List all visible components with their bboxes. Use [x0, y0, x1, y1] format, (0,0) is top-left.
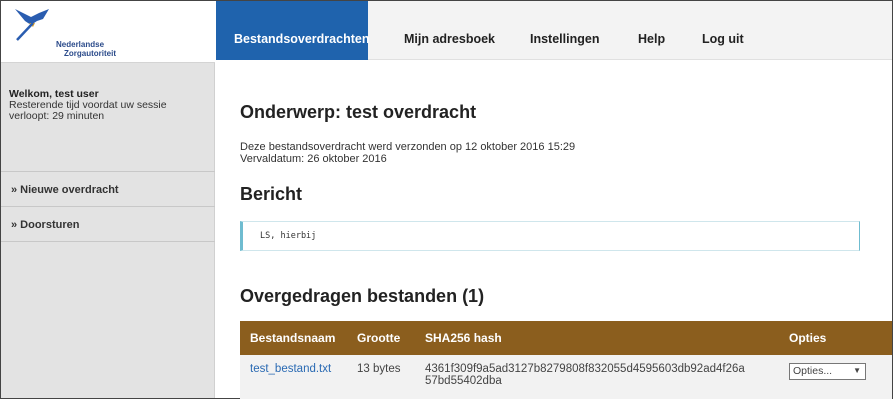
options-select-value: Opties... — [793, 365, 833, 377]
file-name-cell: test_bestand.txt — [240, 355, 347, 399]
message-box: LS, hierbij — [240, 221, 860, 251]
sent-date-text: Deze bestandsoverdracht werd verzonden o… — [240, 141, 576, 153]
sidebar-item-nieuwe-overdracht[interactable]: » Nieuwe overdracht — [1, 172, 215, 207]
sidebar-nav: » Nieuwe overdracht » Doorsturen — [1, 171, 215, 242]
sidebar-item-doorsturen[interactable]: » Doorsturen — [1, 207, 215, 242]
page-title: Onderwerp: test overdracht — [240, 102, 477, 122]
options-select[interactable]: Opties... ▼ — [789, 363, 866, 380]
tab-bestandsoverdrachten[interactable]: Bestandsoverdrachten — [216, 1, 369, 60]
column-header-sha256-hash: SHA256 hash — [415, 321, 779, 355]
hash-line-1: 4361f309f9a5ad3127b8279808f832055d459560… — [425, 363, 745, 375]
file-options-cell: Opties... ▼ — [779, 355, 892, 399]
table-row: test_bestand.txt 13 bytes 4361f309f9a5ad… — [240, 355, 892, 399]
column-header-grootte: Grootte — [347, 321, 415, 355]
files-heading: Overgedragen bestanden (1) — [240, 286, 485, 306]
hash-line-2: 57bd55402dba — [425, 375, 502, 387]
file-hash-cell: 4361f309f9a5ad3127b8279808f832055d459560… — [415, 355, 779, 399]
message-heading: Bericht — [240, 184, 303, 204]
file-size-cell: 13 bytes — [347, 355, 415, 399]
bird-logo-icon — [15, 9, 49, 41]
logo-text-line2: Zorgautoriteit — [64, 49, 116, 58]
column-header-opties: Opties — [779, 321, 892, 355]
session-time-text: Resterende tijd voordat uw sessie verloo… — [9, 99, 167, 122]
logo-text-line1: Nederlandse — [56, 40, 105, 49]
nza-logo[interactable]: Nederlandse Zorgautoriteit — [1, 1, 215, 63]
dropdown-arrow-icon: ▼ — [853, 366, 861, 375]
transfer-info: Deze bestandsoverdracht werd verzonden o… — [240, 141, 575, 165]
tab-instellingen[interactable]: Instellingen — [530, 1, 599, 60]
files-table: Bestandsnaam Grootte SHA256 hash Opties … — [240, 321, 892, 399]
tab-help[interactable]: Help — [638, 1, 665, 60]
sidebar: Nederlandse Zorgautoriteit Welkom, test … — [1, 1, 215, 398]
message-text: LS, hierbij — [260, 231, 317, 241]
expiry-date-text: Vervaldatum: 26 oktober 2016 — [240, 153, 387, 165]
welcome-block: Welkom, test user Resterende tijd voorda… — [9, 89, 209, 122]
tab-log-uit[interactable]: Log uit — [702, 1, 744, 60]
file-download-link[interactable]: test_bestand.txt — [250, 363, 331, 375]
tab-mijn-adresboek[interactable]: Mijn adresboek — [404, 1, 495, 60]
files-table-header: Bestandsnaam Grootte SHA256 hash Opties — [240, 321, 892, 355]
column-header-bestandsnaam: Bestandsnaam — [240, 321, 347, 355]
top-navigation: Bestandsoverdrachten Mijn adresboek Inst… — [216, 1, 892, 60]
